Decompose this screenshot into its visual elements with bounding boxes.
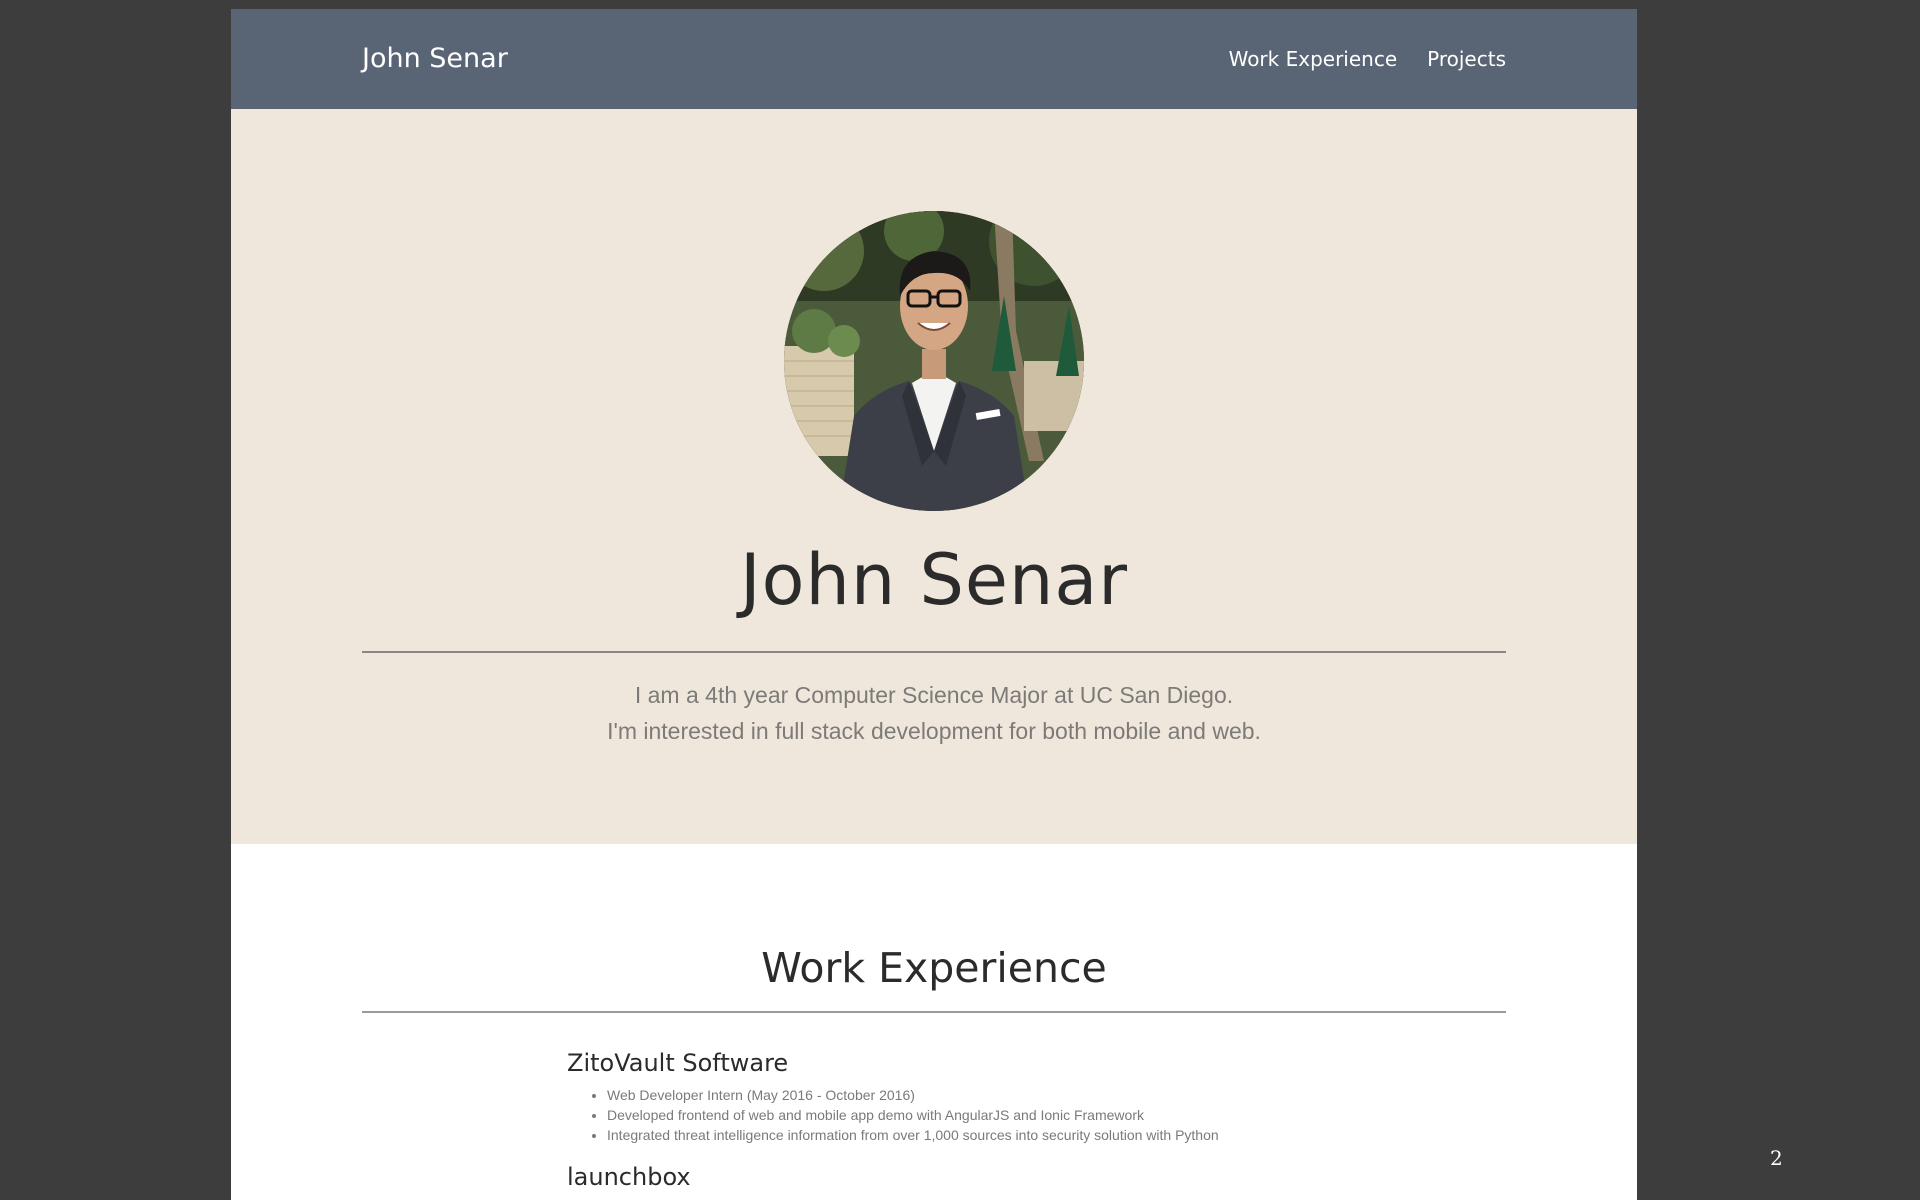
bio-line: I'm interested in full stack development… <box>607 718 1261 744</box>
job-company: ZitoVault Software <box>567 1049 789 1077</box>
job-company: launchbox <box>567 1163 691 1191</box>
slide-number: 2 <box>1770 1146 1783 1170</box>
brand-link[interactable]: John Senar <box>362 9 508 109</box>
work-experience-divider <box>362 1011 1506 1013</box>
job-bullet: Web Developer Intern (May 2016 - October… <box>607 1085 1467 1105</box>
hero-section: John Senar I am a 4th year Computer Scie… <box>231 109 1637 844</box>
hero-bio: I am a 4th year Computer Science Major a… <box>231 677 1637 749</box>
work-experience-heading: Work Experience <box>761 944 1107 992</box>
top-navbar: John Senar Work Experience Projects <box>231 9 1637 109</box>
hero-name: John Senar <box>740 539 1128 621</box>
bio-line: I am a 4th year Computer Science Major a… <box>634 682 1234 708</box>
nav-link-projects[interactable]: Projects <box>1427 47 1506 71</box>
nav-link-work-experience[interactable]: Work Experience <box>1229 47 1398 71</box>
portfolio-page: John Senar Work Experience Projects John… <box>231 9 1637 1200</box>
nav-links: Work Experience Projects <box>1229 9 1506 109</box>
profile-photo <box>784 211 1084 511</box>
hero-divider <box>362 651 1506 653</box>
job-bullets: Web Developer Intern (May 2016 - October… <box>567 1085 1467 1145</box>
job-bullet: Integrated threat intelligence informati… <box>607 1125 1467 1145</box>
job-bullet: Developed frontend of web and mobile app… <box>607 1105 1467 1125</box>
jobs-list: ZitoVault Software Web Developer Intern … <box>567 1049 1467 1191</box>
